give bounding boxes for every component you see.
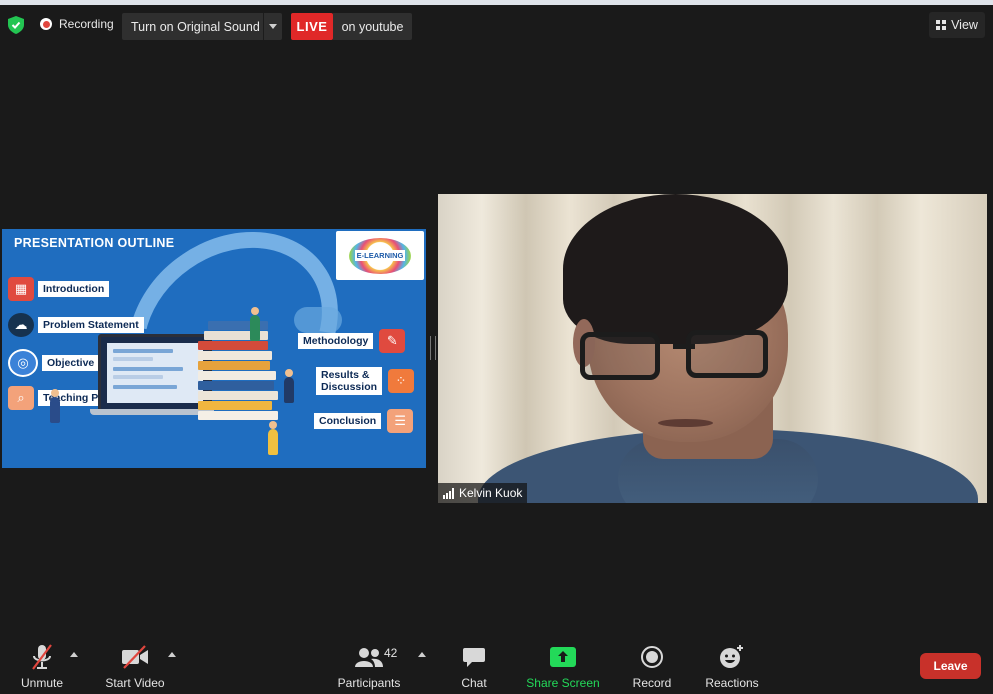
grid-view-icon bbox=[936, 20, 947, 30]
glasses-left-lens bbox=[580, 332, 660, 380]
thought-cloud-icon: ☁ bbox=[8, 313, 34, 337]
outline-label: Introduction bbox=[38, 281, 110, 297]
e-learning-logo: E-LEARNING bbox=[336, 231, 424, 280]
person-illustration bbox=[50, 389, 60, 423]
participants-button[interactable]: 42 Participants bbox=[337, 636, 401, 690]
outline-label: Objective bbox=[42, 355, 100, 371]
person-illustration bbox=[250, 307, 260, 341]
view-label: View bbox=[951, 18, 978, 32]
laptop-base-illustration bbox=[90, 409, 214, 415]
record-button[interactable]: Record bbox=[630, 636, 674, 690]
participants-label: Participants bbox=[337, 676, 401, 690]
person-illustration bbox=[268, 421, 278, 455]
share-screen-arrow-icon bbox=[550, 647, 576, 667]
chevron-down-icon bbox=[269, 24, 277, 29]
audio-options-chevron-up-icon[interactable] bbox=[70, 652, 78, 657]
start-video-button[interactable]: Start Video bbox=[104, 636, 166, 690]
participants-options-chevron-up-icon[interactable] bbox=[418, 652, 426, 657]
signal-strength-icon bbox=[443, 487, 454, 499]
chat-button[interactable]: Chat bbox=[456, 636, 492, 690]
share-screen-label: Share Screen bbox=[526, 676, 600, 690]
video-options-chevron-up-icon[interactable] bbox=[168, 652, 176, 657]
share-screen-button[interactable]: Share Screen bbox=[526, 636, 600, 690]
outline-label: Results & Discussion bbox=[316, 367, 382, 395]
document-list-icon: ☰ bbox=[387, 409, 414, 433]
checklist-icon: ✎ bbox=[379, 329, 406, 353]
start-video-label: Start Video bbox=[105, 676, 165, 690]
original-sound-label: Turn on Original Sound bbox=[131, 19, 260, 34]
book-stack-illustration bbox=[198, 321, 278, 421]
outline-item-introduction: ▦ Introduction bbox=[8, 277, 110, 301]
participant-name-tag: Kelvin Kuok bbox=[438, 483, 528, 503]
security-shield-icon[interactable] bbox=[8, 16, 24, 34]
outline-label: Conclusion bbox=[314, 413, 382, 429]
live-badge[interactable]: LIVE bbox=[291, 13, 333, 40]
window-top-strip bbox=[0, 0, 993, 5]
original-sound-button[interactable]: Turn on Original Sound bbox=[122, 13, 282, 40]
chat-label: Chat bbox=[461, 676, 487, 690]
microphone-muted-icon bbox=[32, 644, 52, 670]
record-icon bbox=[641, 646, 663, 668]
presentation-board-icon: ▦ bbox=[8, 277, 34, 301]
participant-name: Kelvin Kuok bbox=[459, 486, 523, 500]
recording-indicator[interactable]: Recording bbox=[40, 17, 114, 31]
outline-label: Methodology bbox=[298, 333, 374, 349]
live-platform-label[interactable]: on youtube bbox=[333, 13, 412, 40]
original-sound-dropdown[interactable] bbox=[263, 13, 282, 40]
magnifier-icon: ⌕ bbox=[8, 386, 34, 410]
unmute-button[interactable]: Unmute bbox=[18, 636, 66, 690]
person-illustration bbox=[284, 369, 294, 403]
participants-count: 42 bbox=[384, 646, 398, 660]
shared-screen[interactable]: PRESENTATION OUTLINE E-LEARNING ▦ Introd… bbox=[2, 229, 426, 468]
record-label: Record bbox=[632, 676, 672, 690]
reactions-label: Reactions bbox=[705, 676, 759, 690]
unmute-label: Unmute bbox=[20, 676, 64, 690]
chat-bubble-icon bbox=[463, 648, 485, 667]
reactions-button[interactable]: Reactions bbox=[704, 636, 760, 690]
leave-button[interactable]: Leave bbox=[920, 653, 981, 679]
participants-icon bbox=[355, 648, 383, 667]
laptop-illustration bbox=[98, 334, 212, 412]
outline-item-conclusion: Conclusion ☰ bbox=[314, 409, 414, 433]
participant-mouth bbox=[658, 419, 713, 427]
recording-dot-icon bbox=[40, 18, 52, 30]
tile-resize-handle[interactable] bbox=[430, 336, 436, 360]
slide-title: PRESENTATION OUTLINE bbox=[14, 236, 175, 250]
outline-label: Problem Statement bbox=[38, 317, 144, 333]
network-nodes-icon: ⁘ bbox=[388, 369, 414, 393]
target-icon: ◎ bbox=[8, 349, 38, 377]
glasses-bridge bbox=[673, 344, 695, 349]
glasses-right-lens bbox=[686, 330, 768, 378]
view-button[interactable]: View bbox=[929, 12, 985, 38]
outline-item-results-discussion: Results & Discussion ⁘ bbox=[316, 367, 414, 395]
reactions-smiley-icon bbox=[720, 645, 743, 668]
recording-label: Recording bbox=[59, 17, 114, 31]
outline-item-methodology: Methodology ✎ bbox=[298, 329, 406, 353]
camera-off-icon bbox=[122, 645, 148, 669]
e-learning-logo-text: E-LEARNING bbox=[354, 250, 406, 261]
participant-video-tile[interactable]: Kelvin Kuok bbox=[438, 194, 987, 503]
outline-item-objective: ◎ Objective bbox=[8, 349, 100, 377]
meeting-toolbar: Unmute Start Video 42 Participants Chat … bbox=[0, 636, 993, 694]
participant-hair bbox=[563, 194, 788, 344]
